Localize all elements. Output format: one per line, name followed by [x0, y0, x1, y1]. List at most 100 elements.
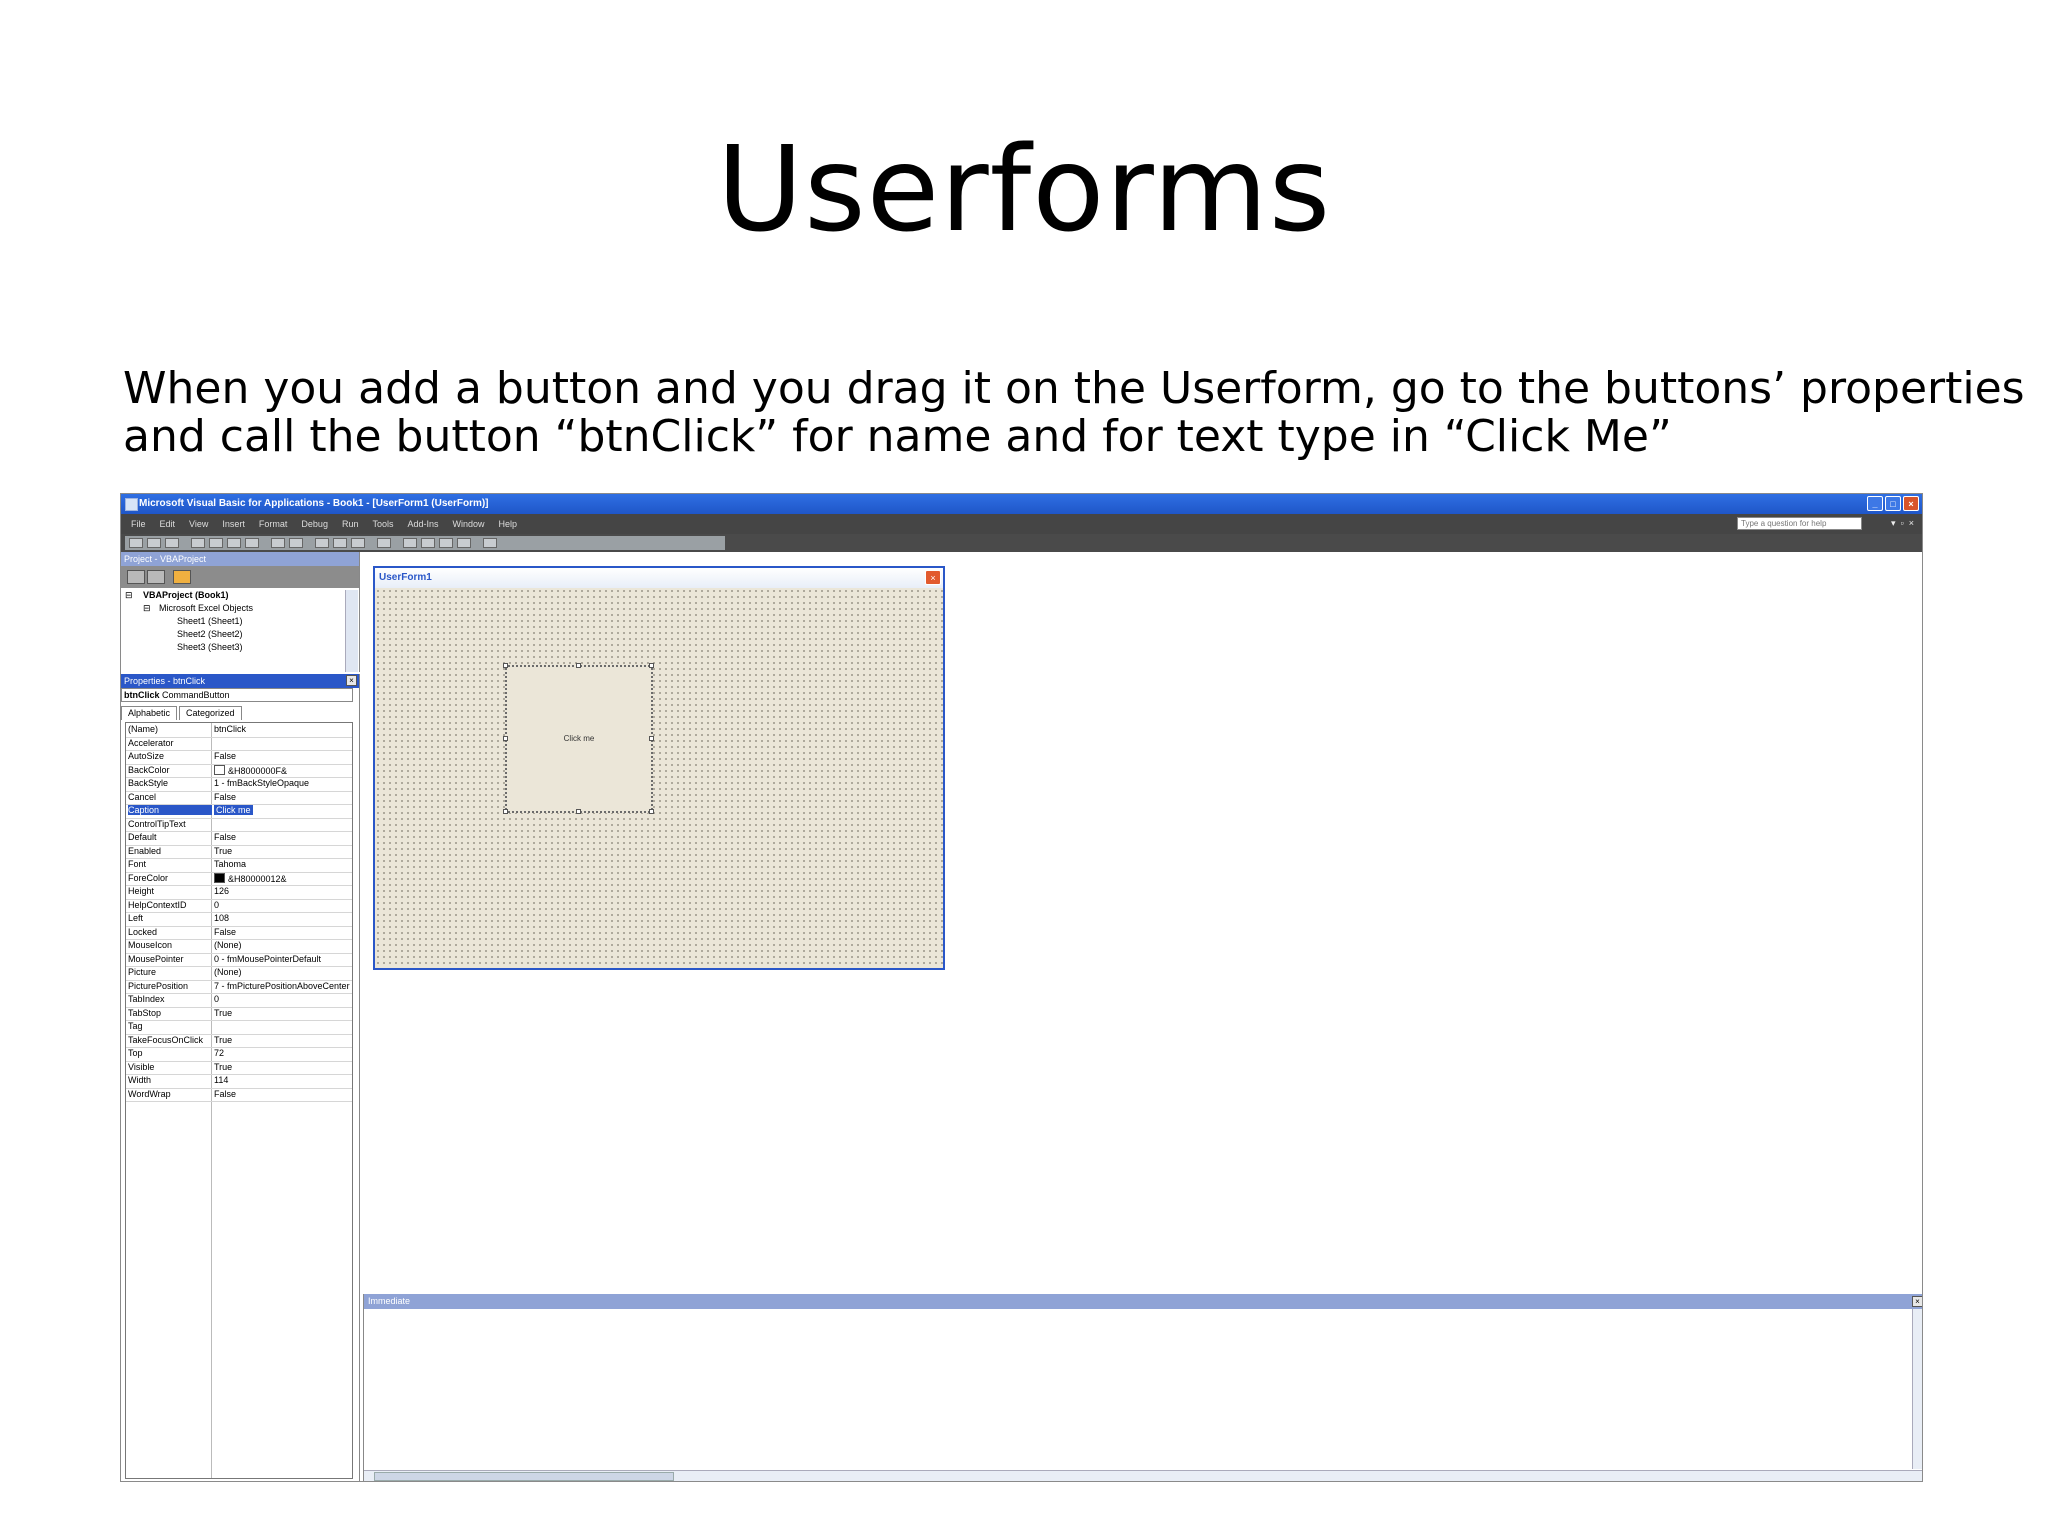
insert-userform-icon[interactable]: [147, 538, 161, 548]
immediate-vertical-scrollbar[interactable]: [1912, 1309, 1922, 1469]
property-value[interactable]: False: [214, 1089, 350, 1099]
property-row[interactable]: Caption Click me: [126, 804, 352, 819]
property-value[interactable]: True: [214, 1035, 350, 1045]
view-code-icon[interactable]: [127, 570, 145, 584]
resize-handle[interactable]: [649, 663, 654, 668]
close-button[interactable]: ×: [1903, 496, 1919, 511]
property-row[interactable]: Visible True: [126, 1061, 352, 1075]
property-value[interactable]: &H80000012&: [214, 872, 350, 884]
toggle-folders-icon[interactable]: [173, 570, 191, 584]
restore-icon[interactable]: ▫: [1901, 518, 1904, 529]
property-row[interactable]: Top 72: [126, 1047, 352, 1062]
maximize-button[interactable]: □: [1885, 496, 1901, 511]
help-icon[interactable]: [483, 538, 497, 548]
property-value[interactable]: True: [214, 1008, 350, 1018]
property-value[interactable]: 1 - fmBackStyleOpaque: [214, 778, 350, 788]
menu-tools[interactable]: Tools: [372, 519, 393, 529]
property-value[interactable]: Tahoma: [214, 859, 350, 869]
property-row[interactable]: Cancel False: [126, 791, 352, 805]
view-object-icon[interactable]: [147, 570, 165, 584]
resize-handle[interactable]: [503, 663, 508, 668]
paste-icon[interactable]: [227, 538, 241, 548]
property-value[interactable]: True: [214, 846, 350, 856]
property-value[interactable]: 108: [214, 913, 350, 923]
property-row[interactable]: Default False: [126, 831, 352, 846]
property-row[interactable]: TabStop True: [126, 1007, 352, 1021]
property-row[interactable]: Tag: [126, 1020, 352, 1035]
property-row[interactable]: Picture (None): [126, 966, 352, 981]
save-icon[interactable]: [165, 538, 179, 548]
chevron-down-icon[interactable]: ▾: [1891, 518, 1896, 529]
resize-handle[interactable]: [503, 736, 508, 741]
property-row[interactable]: MouseIcon (None): [126, 939, 352, 954]
property-value[interactable]: 72: [214, 1048, 350, 1058]
help-search-input[interactable]: Type a question for help: [1737, 517, 1862, 530]
design-mode-icon[interactable]: [377, 538, 391, 548]
property-value[interactable]: 0 - fmMousePointerDefault: [214, 954, 350, 964]
property-row[interactable]: (Name) btnClick: [126, 723, 352, 738]
tree-item-sheet3[interactable]: Sheet3 (Sheet3): [177, 642, 243, 652]
object-browser-icon[interactable]: [439, 538, 453, 548]
project-scrollbar[interactable]: [345, 590, 358, 672]
menu-window[interactable]: Window: [453, 519, 485, 529]
tab-categorized[interactable]: Categorized: [179, 706, 242, 720]
property-value[interactable]: False: [214, 792, 350, 802]
undo-icon[interactable]: [271, 538, 285, 548]
property-value[interactable]: 7 - fmPicturePositionAboveCenter: [214, 981, 350, 991]
userform-canvas[interactable]: Click me: [375, 588, 943, 968]
properties-window-icon[interactable]: [421, 538, 435, 548]
property-row[interactable]: HelpContextID 0: [126, 899, 352, 913]
menu-view[interactable]: View: [189, 519, 208, 529]
copy-icon[interactable]: [209, 538, 223, 548]
property-value[interactable]: 0: [214, 994, 350, 1004]
property-value[interactable]: 126: [214, 886, 350, 896]
property-row[interactable]: Height 126: [126, 885, 352, 900]
resize-handle[interactable]: [503, 809, 508, 814]
menu-debug[interactable]: Debug: [301, 519, 328, 529]
tree-collapse-icon[interactable]: ⊟: [125, 590, 133, 601]
redo-icon[interactable]: [289, 538, 303, 548]
btnclick-command-button[interactable]: Click me: [505, 665, 653, 813]
property-value[interactable]: True: [214, 1062, 350, 1072]
menu-insert[interactable]: Insert: [222, 519, 245, 529]
break-icon[interactable]: [333, 538, 347, 548]
property-value[interactable]: 114: [214, 1075, 350, 1085]
menu-file[interactable]: File: [131, 519, 146, 529]
resize-handle[interactable]: [649, 809, 654, 814]
property-row[interactable]: TakeFocusOnClick True: [126, 1034, 352, 1048]
property-row[interactable]: MousePointer 0 - fmMousePointerDefault: [126, 953, 352, 967]
minimize-button[interactable]: _: [1867, 496, 1883, 511]
property-value[interactable]: 0: [214, 900, 350, 910]
property-row[interactable]: AutoSize False: [126, 750, 352, 765]
property-value[interactable]: Click me: [214, 805, 350, 815]
property-row[interactable]: Locked False: [126, 926, 352, 940]
property-row[interactable]: Enabled True: [126, 845, 352, 859]
toolbox-icon[interactable]: [457, 538, 471, 548]
view-excel-icon[interactable]: [129, 538, 143, 548]
tree-item-excel-objects[interactable]: Microsoft Excel Objects: [159, 603, 253, 613]
tree-collapse-icon[interactable]: ⊟: [143, 603, 151, 614]
tree-item-sheet1[interactable]: Sheet1 (Sheet1): [177, 616, 243, 626]
property-value[interactable]: (None): [214, 940, 350, 950]
menu-format[interactable]: Format: [259, 519, 288, 529]
close-icon[interactable]: ×: [346, 675, 357, 686]
menu-edit[interactable]: Edit: [160, 519, 176, 529]
property-row[interactable]: BackColor &H8000000F&: [126, 764, 352, 778]
close-icon[interactable]: ×: [1909, 518, 1914, 529]
close-icon[interactable]: ×: [1912, 1296, 1922, 1307]
object-dropdown[interactable]: btnClick CommandButton: [121, 688, 353, 702]
reset-icon[interactable]: [351, 538, 365, 548]
property-row[interactable]: Accelerator: [126, 737, 352, 751]
property-row[interactable]: Left 108: [126, 912, 352, 927]
resize-handle[interactable]: [576, 809, 581, 814]
scroll-thumb[interactable]: [374, 1472, 674, 1481]
project-explorer-icon[interactable]: [403, 538, 417, 548]
property-row[interactable]: PicturePosition 7 - fmPicturePositionAbov…: [126, 980, 352, 994]
property-row[interactable]: ControlTipText: [126, 818, 352, 832]
tree-item-sheet2[interactable]: Sheet2 (Sheet2): [177, 629, 243, 639]
property-row[interactable]: WordWrap False: [126, 1088, 352, 1102]
immediate-horizontal-scrollbar[interactable]: [364, 1470, 1922, 1481]
tree-item-vbaproject[interactable]: VBAProject (Book1): [143, 590, 229, 600]
run-icon[interactable]: [315, 538, 329, 548]
property-row[interactable]: Font Tahoma: [126, 858, 352, 873]
